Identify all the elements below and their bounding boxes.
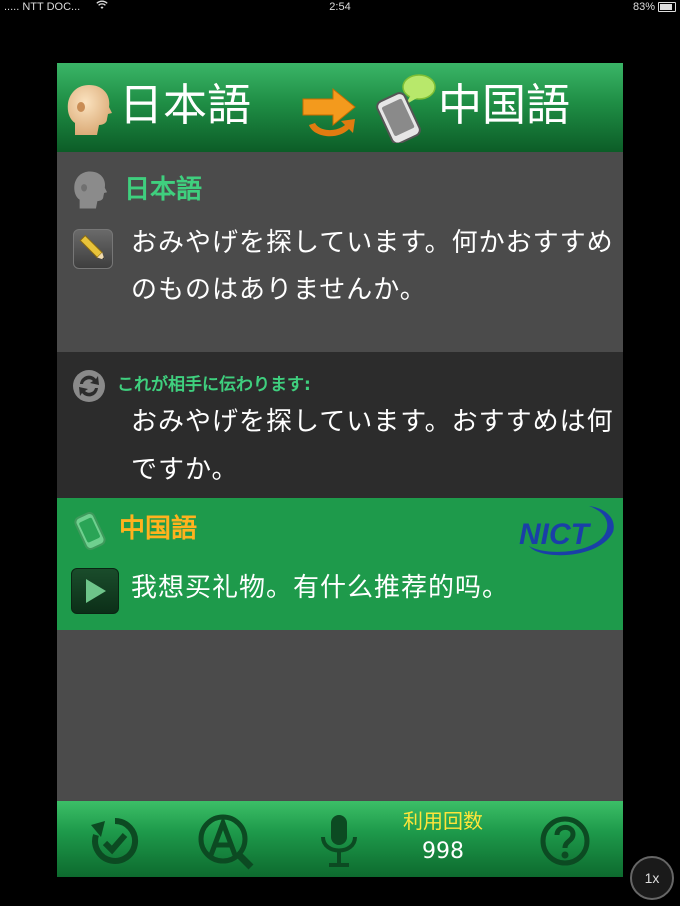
nict-logo-text: NICT (519, 518, 592, 551)
help-icon[interactable] (535, 811, 595, 871)
play-audio-button[interactable] (71, 568, 119, 614)
target-language-label: 中国語 (119, 514, 198, 544)
phone-icon (74, 512, 106, 550)
microphone-icon[interactable] (309, 811, 369, 871)
target-text[interactable]: 我想买礼物。有什么推荐的吗。 (131, 566, 509, 610)
battery-icon (658, 2, 676, 12)
source-panel: 日本語 おみやげを探しています。何かおすすめのものはありませんか。 (57, 152, 623, 352)
phone-speech-icon (376, 74, 436, 143)
source-language-title[interactable]: 日本語 (119, 77, 251, 135)
speaker-face-icon (67, 85, 112, 135)
bottom-toolbar: 利用回数 998 (57, 801, 623, 877)
usage-count-value: 998 (422, 839, 464, 864)
history-icon[interactable] (85, 811, 145, 871)
battery-percent: 83% (632, 1, 655, 13)
translator-app: 日本語 中国語 日本語 おみやげを探しています。何かおすすめのものはありませんか… (57, 63, 623, 877)
back-translation-panel: これが相手に伝わります: おみやげを探しています。おすすめは何ですか。 (57, 352, 623, 498)
play-icon (86, 579, 106, 603)
target-language-title[interactable]: 中国語 (438, 77, 570, 135)
battery-status: 83% (633, 1, 676, 13)
language-header: 日本語 中国語 (57, 63, 623, 152)
pencil-icon (79, 234, 105, 260)
usage-count-label: 利用回数 (403, 809, 483, 833)
refresh-icon (73, 370, 105, 402)
source-text[interactable]: おみやげを探しています。何かおすすめのものはありませんか。 (131, 220, 617, 314)
source-language-label: 日本語 (124, 175, 203, 205)
swap-arrow-icon[interactable] (299, 85, 361, 143)
zoom-button[interactable]: 1x (630, 856, 674, 900)
empty-area (57, 630, 623, 801)
back-translation-text: おみやげを探しています。おすすめは何ですか。 (131, 407, 614, 485)
edit-button[interactable] (73, 229, 113, 269)
status-bar: ..... NTT DOC... 2:54 83% (0, 0, 680, 16)
target-panel: 中国語 NICT 我想买礼物。有什么推荐的吗。 (57, 498, 623, 630)
speaker-face-icon (74, 171, 108, 209)
translate-settings-icon[interactable] (195, 811, 255, 871)
back-translation-label: これが相手に伝わります: (117, 375, 311, 395)
nict-logo: NICT (519, 506, 614, 556)
clock: 2:54 (329, 1, 351, 13)
